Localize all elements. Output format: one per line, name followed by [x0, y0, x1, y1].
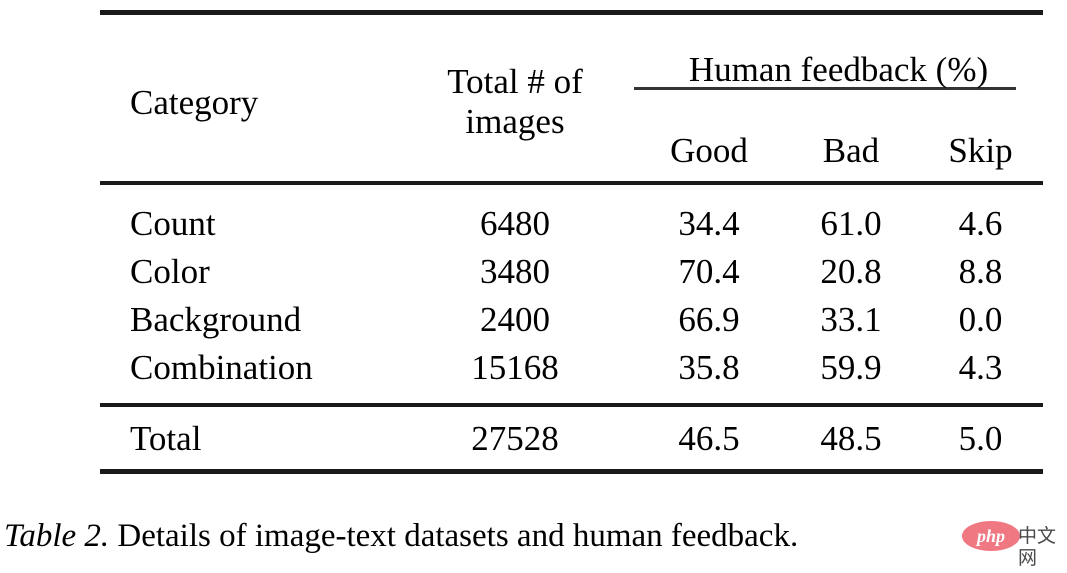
cell-good: 66.9 [678, 299, 740, 339]
column-header-total-images-line1: Total # of [447, 61, 583, 101]
cell-bad: 20.8 [820, 251, 882, 291]
cell-bad: 59.9 [820, 347, 882, 387]
cell-skip: 8.8 [958, 251, 1003, 291]
cell-total: 2400 [480, 299, 550, 339]
cell-skip: 4.6 [958, 203, 1003, 243]
table-caption-label: Table 2. [4, 518, 110, 554]
cell-total-images-total: 27528 [471, 418, 559, 458]
column-header-skip: Skip [948, 130, 1013, 170]
cell-good: 35.8 [678, 347, 740, 387]
results-table: Category Total # of images Human feedbac… [100, 10, 1043, 474]
table-bottomrule-row [100, 469, 1043, 474]
cell-skip-total: 5.0 [958, 418, 1003, 458]
table-row: Color 3480 70.4 20.8 8.8 [100, 247, 1043, 295]
table-row: Count 6480 34.4 61.0 4.6 [100, 199, 1043, 247]
table-container: Category Total # of images Human feedbac… [100, 10, 1043, 474]
column-header-total-images-line2: images [465, 102, 565, 141]
cell-good: 34.4 [678, 203, 740, 243]
table-row: Background 2400 66.9 33.1 0.0 [100, 295, 1043, 343]
column-header-total-images: Total # of images [396, 15, 634, 181]
cell-skip: 0.0 [958, 299, 1003, 339]
cell-good: 70.4 [678, 251, 740, 291]
table-caption-text: Details of image-text datasets and human… [109, 518, 799, 554]
table-row: Combination 15168 35.8 59.9 4.3 [100, 343, 1043, 391]
table-row-total: Total 27528 46.5 48.5 5.0 [100, 407, 1043, 469]
column-header-good: Good [670, 130, 748, 170]
cell-category-total: Total [130, 418, 202, 458]
table-bottomrule [100, 469, 1043, 474]
cell-total: 15168 [471, 347, 559, 387]
cell-category: Count [130, 203, 216, 243]
column-group-header-human-feedback: Human feedback (%) [634, 15, 1043, 119]
table-body-spacer-top-cell [100, 185, 1043, 199]
column-header-bad: Bad [822, 130, 880, 170]
cell-category: Combination [130, 347, 313, 387]
cell-bad-total: 48.5 [820, 418, 882, 458]
cell-total: 6480 [480, 203, 550, 243]
table-body-spacer-top [100, 185, 1043, 199]
column-header-category: Category [130, 82, 259, 122]
cell-bad: 61.0 [820, 203, 882, 243]
table-caption: Table 2. Details of image-text datasets … [4, 518, 1067, 554]
page-root: Category Total # of images Human feedbac… [0, 0, 1067, 573]
cell-category: Background [130, 299, 302, 339]
cell-good-total: 46.5 [678, 418, 740, 458]
cell-bad: 33.1 [820, 299, 882, 339]
table-header-row-primary: Category Total # of images Human feedbac… [100, 15, 1043, 141]
cell-skip: 4.3 [958, 347, 1003, 387]
cell-total: 3480 [480, 251, 550, 291]
column-group-header-human-feedback-label: Human feedback (%) [688, 50, 989, 89]
table-body-spacer-bottom [100, 391, 1043, 403]
cell-category: Color [130, 251, 210, 291]
table-body-spacer-bottom-cell [100, 391, 1043, 403]
